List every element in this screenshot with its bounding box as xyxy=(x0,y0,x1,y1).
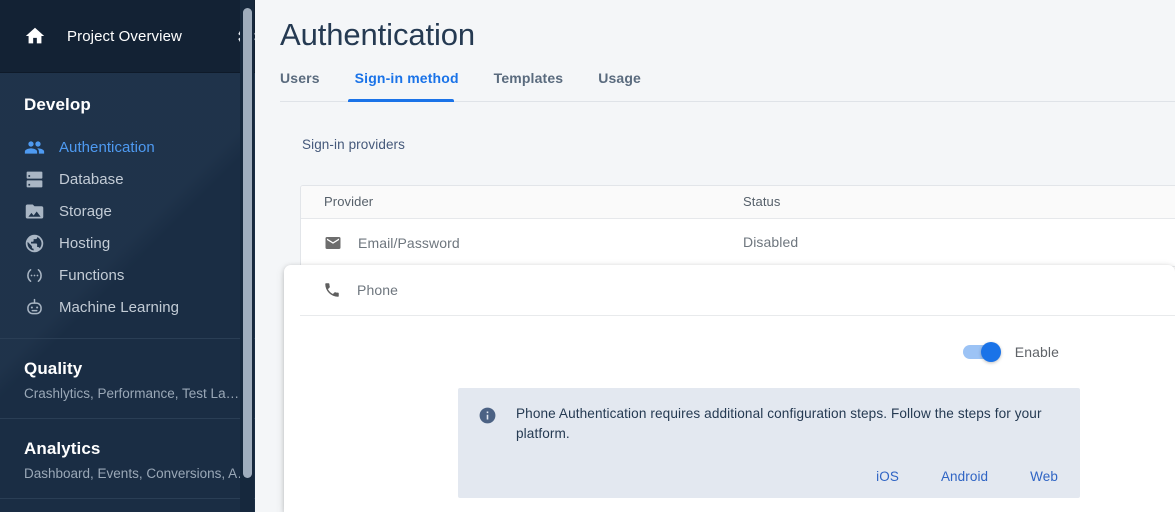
sidebar-block-analytics[interactable]: Analytics Dashboard, Events, Conversions… xyxy=(0,419,255,498)
image-folder-icon xyxy=(24,201,45,222)
sign-in-providers-label: Sign-in providers xyxy=(302,137,405,152)
tab-usage[interactable]: Usage xyxy=(598,70,641,102)
sidebar-item-label: Functions xyxy=(59,266,125,284)
sidebar-scroll-content: Develop Authentication Database Storage … xyxy=(0,73,255,499)
tab-users[interactable]: Users xyxy=(280,70,320,102)
link-web[interactable]: Web xyxy=(1030,469,1058,484)
sidebar: Project Overview Develop Authentication xyxy=(0,0,255,512)
robot-icon xyxy=(24,297,45,318)
sidebar-item-functions[interactable]: Functions xyxy=(0,259,255,291)
people-icon xyxy=(24,137,45,158)
sidebar-divider xyxy=(0,498,255,499)
page-title: Authentication xyxy=(280,17,476,52)
enable-toggle-label: Enable xyxy=(1014,344,1059,360)
home-icon xyxy=(24,25,46,47)
link-android[interactable]: Android xyxy=(941,469,988,484)
tab-bar: Users Sign-in method Templates Usage xyxy=(280,70,1175,102)
info-notice: Phone Authentication requires additional… xyxy=(458,388,1080,498)
main-content: Authentication Users Sign-in method Temp… xyxy=(255,0,1175,512)
block-subtitle: Crashlytics, Performance, Test La… xyxy=(24,386,240,401)
provider-name: Phone xyxy=(357,282,398,298)
tab-templates[interactable]: Templates xyxy=(494,70,564,102)
active-tab-indicator xyxy=(348,99,454,102)
sidebar-header: Project Overview xyxy=(0,0,255,73)
sidebar-item-storage[interactable]: Storage xyxy=(0,195,255,227)
notice-text: Phone Authentication requires additional… xyxy=(516,406,1042,441)
toggle-knob xyxy=(980,342,1001,362)
firebase-console-screen: Project Overview Develop Authentication xyxy=(0,0,1175,512)
table-header-row: Provider Status xyxy=(301,186,1175,219)
envelope-icon xyxy=(324,234,342,252)
phone-provider-row[interactable]: Phone xyxy=(284,265,1175,315)
tab-sign-in-method[interactable]: Sign-in method xyxy=(355,70,459,102)
phone-icon xyxy=(323,281,341,299)
sidebar-item-label: Machine Learning xyxy=(59,298,180,316)
project-overview-label[interactable]: Project Overview xyxy=(67,28,182,45)
column-header-provider: Provider xyxy=(324,194,374,209)
sidebar-item-database[interactable]: Database xyxy=(0,163,255,195)
sidebar-item-label: Hosting xyxy=(59,234,111,252)
functions-icon xyxy=(24,265,45,286)
sidebar-scrollbar-thumb[interactable] xyxy=(243,8,252,478)
phone-provider-panel: Phone Enable Phone Authentication requir… xyxy=(284,265,1175,512)
sidebar-item-label: Storage xyxy=(59,202,112,220)
block-title: Quality xyxy=(24,359,83,378)
sidebar-item-authentication[interactable]: Authentication xyxy=(0,131,255,163)
info-icon xyxy=(478,406,497,425)
sidebar-item-hosting[interactable]: Hosting xyxy=(0,227,255,259)
provider-status: Disabled xyxy=(743,233,799,250)
sidebar-block-quality[interactable]: Quality Crashlytics, Performance, Test L… xyxy=(0,339,255,418)
enable-toggle[interactable] xyxy=(962,342,1001,362)
sidebar-item-label: Authentication xyxy=(59,138,155,156)
table-row[interactable]: Email/Password Disabled xyxy=(301,219,1175,267)
column-header-status: Status xyxy=(743,194,781,209)
sidebar-item-machine-learning[interactable]: Machine Learning xyxy=(0,291,255,323)
block-title: Analytics xyxy=(24,439,101,458)
globe-icon xyxy=(24,233,45,254)
notice-links: iOS Android Web xyxy=(516,469,1058,484)
link-ios[interactable]: iOS xyxy=(876,469,899,484)
develop-section-title: Develop xyxy=(24,95,91,114)
sidebar-item-label: Database xyxy=(59,170,124,188)
block-subtitle: Dashboard, Events, Conversions, A… xyxy=(24,466,251,481)
enable-toggle-row: Enable xyxy=(284,316,1175,388)
notice-body: Phone Authentication requires additional… xyxy=(516,404,1058,484)
database-icon xyxy=(24,169,45,190)
provider-name: Email/Password xyxy=(358,234,460,251)
